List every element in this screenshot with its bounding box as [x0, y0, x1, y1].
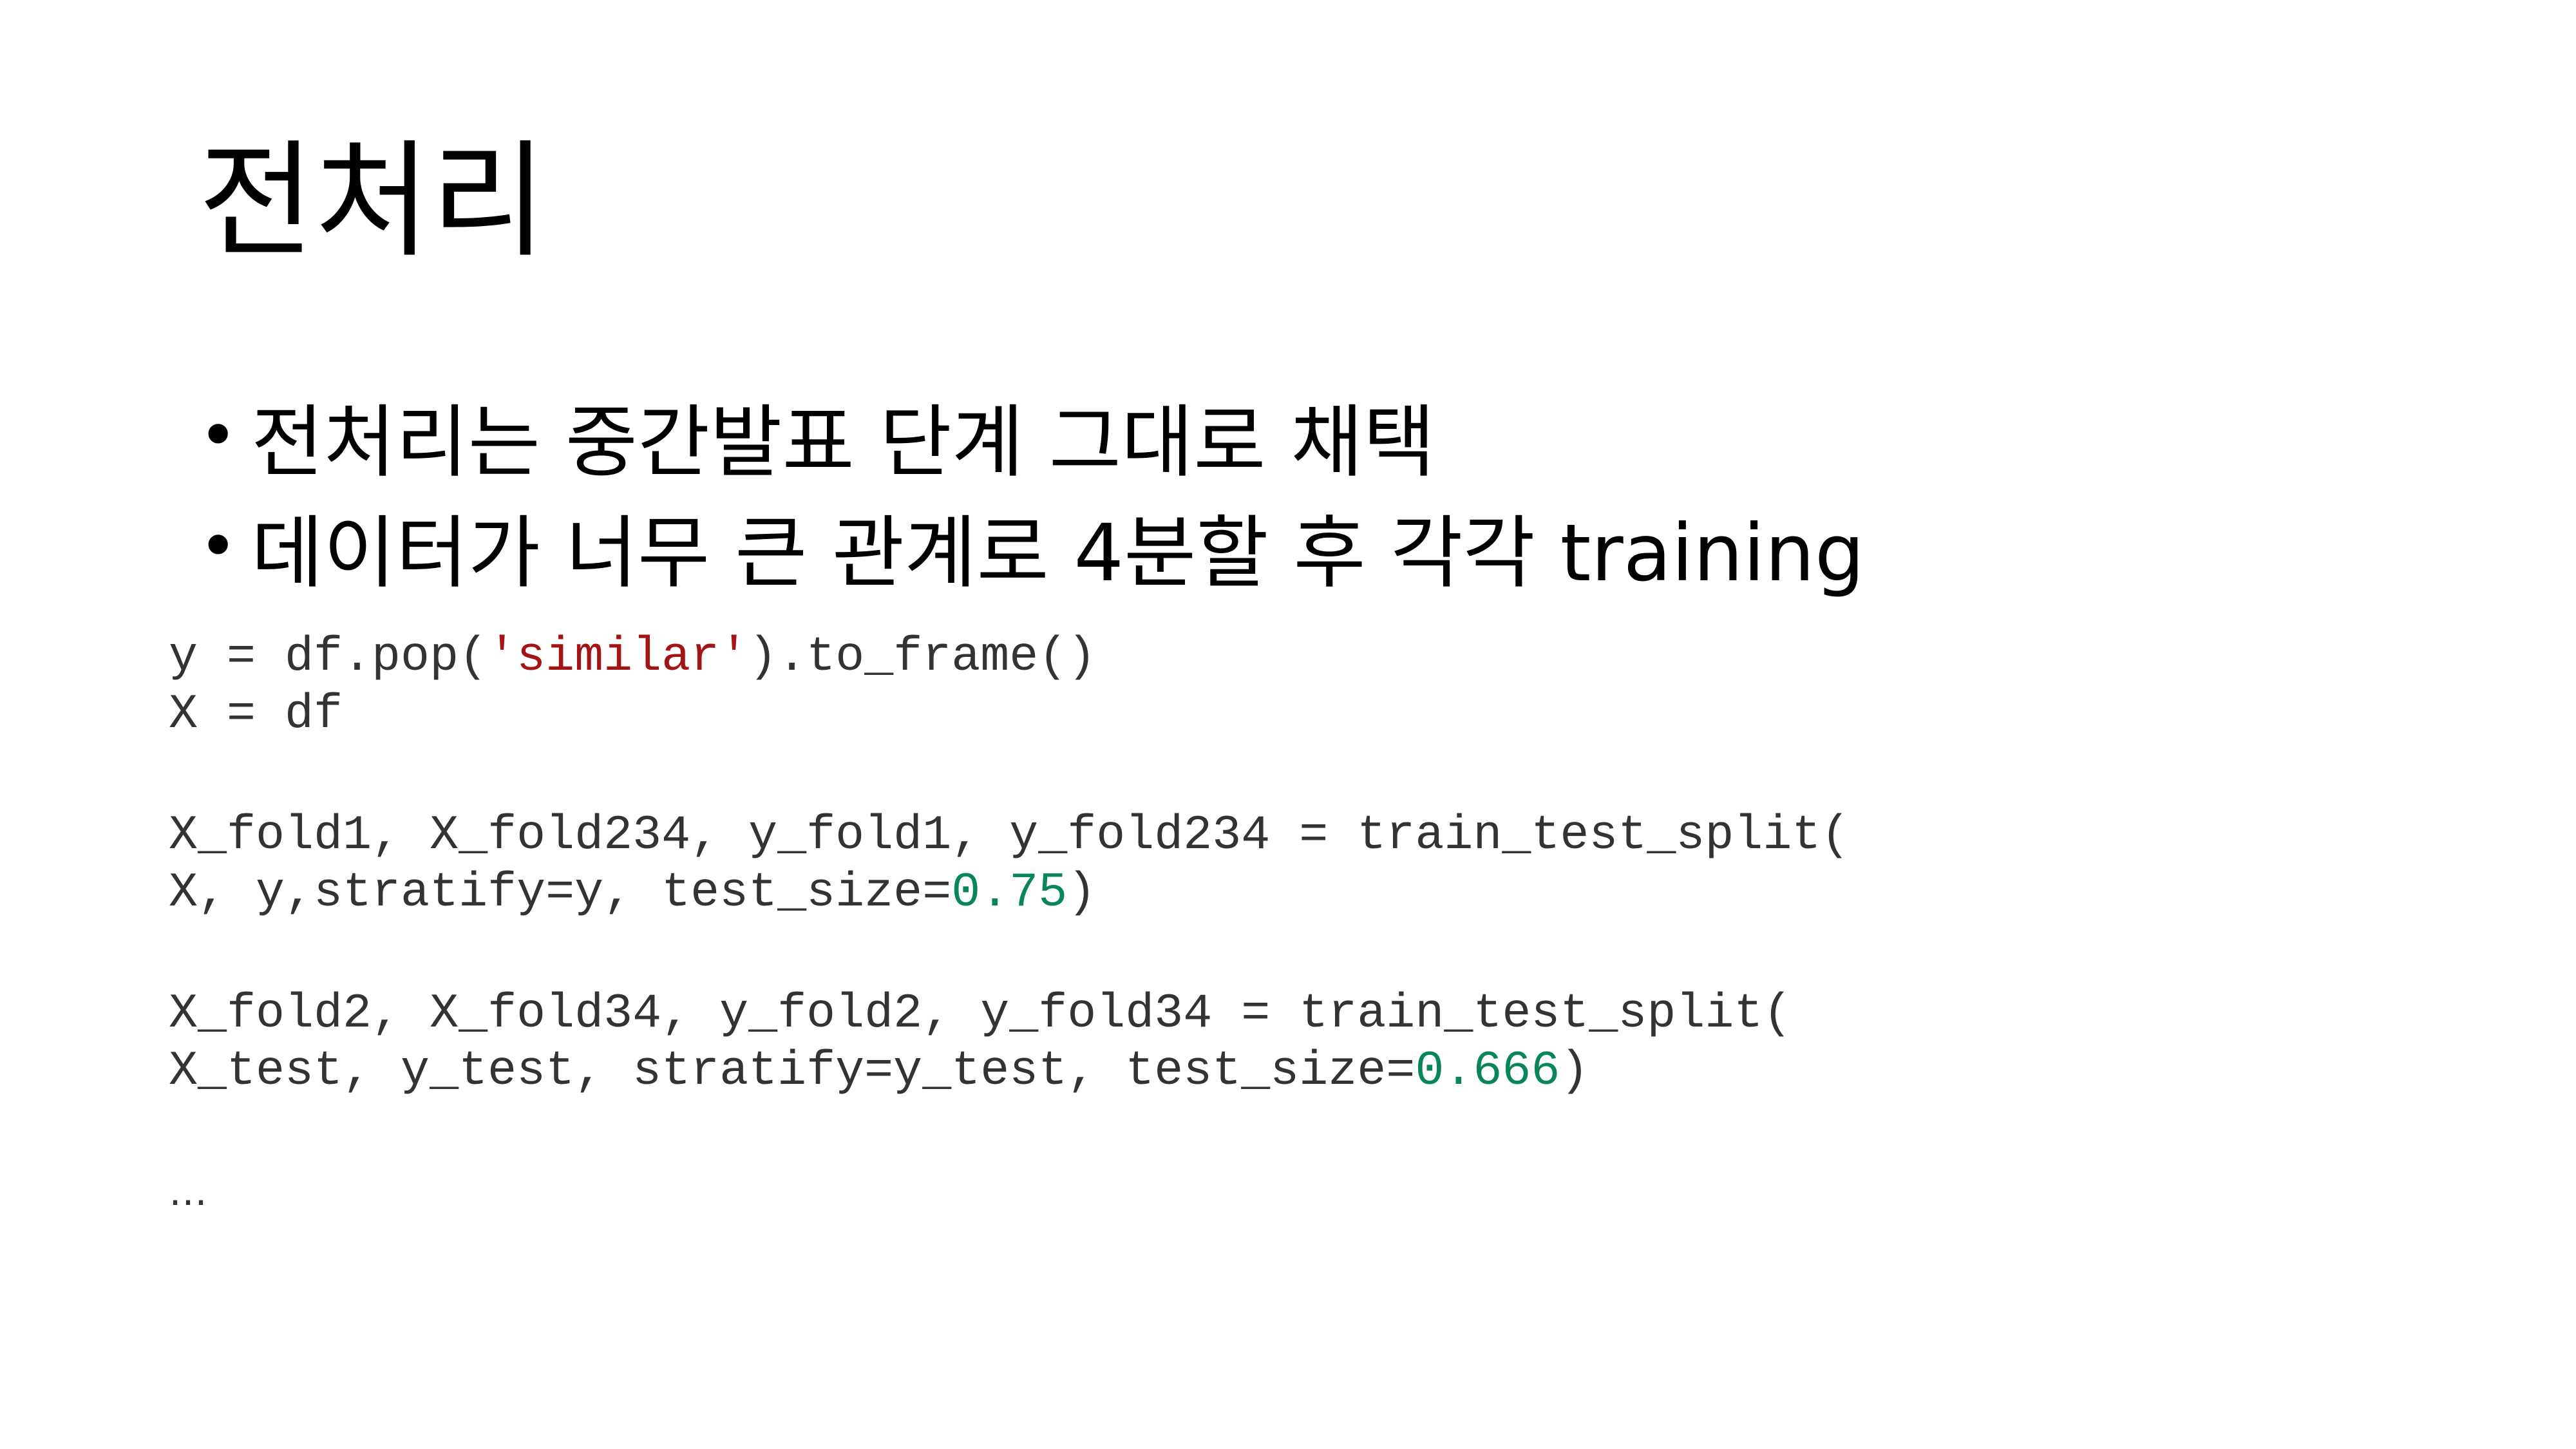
code-number-literal: 0.666: [1415, 1044, 1560, 1099]
bullet-list: • 전처리는 중간발표 단계 그대로 채택 • 데이터가 너무 큰 관계로 4분…: [198, 380, 1864, 601]
code-string-literal: 'similar': [488, 630, 749, 685]
code-text: y = df.pop(: [169, 630, 488, 685]
code-ellipsis: …: [169, 1170, 207, 1215]
slide-title: 전처리: [198, 128, 547, 275]
code-block: y = df.pop('similar').to_frame() X = df …: [169, 629, 1850, 1221]
code-line-3: X_fold1, X_fold234, y_fold1, y_fold234 =…: [169, 808, 1850, 863]
code-line-6: X_test, y_test, stratify=y_test, test_si…: [169, 1043, 1850, 1100]
bullet-marker: •: [198, 396, 238, 475]
slide: 전처리 • 전처리는 중간발표 단계 그대로 채택 • 데이터가 너무 큰 관계…: [0, 0, 2576, 1449]
code-line-5: X_fold2, X_fold34, y_fold2, y_fold34 = t…: [169, 987, 1792, 1041]
bullet-text: 전처리는 중간발표 단계 그대로 채택: [251, 396, 1435, 488]
code-line-4: X, y,stratify=y, test_size=0.75): [169, 864, 1850, 922]
bullet-item: • 전처리는 중간발표 단계 그대로 채택: [198, 380, 1864, 491]
bullet-text: 데이터가 너무 큰 관계로 4분할 후 각각 training: [251, 507, 1865, 599]
code-text: X_test, y_test, stratify=y_test, test_si…: [169, 1044, 1416, 1099]
bullet-marker: •: [198, 507, 238, 585]
code-text: ): [1560, 1044, 1589, 1099]
bullet-item: • 데이터가 너무 큰 관계로 4분할 후 각각 training: [198, 491, 1864, 601]
code-line-2: X = df: [169, 687, 343, 742]
code-text: ): [1067, 866, 1097, 920]
code-number-literal: 0.75: [951, 866, 1068, 920]
code-text: ).to_frame(): [748, 630, 1097, 685]
code-line-1: y = df.pop('similar').to_frame(): [169, 629, 1850, 686]
code-text: X, y,stratify=y, test_size=: [169, 866, 952, 920]
